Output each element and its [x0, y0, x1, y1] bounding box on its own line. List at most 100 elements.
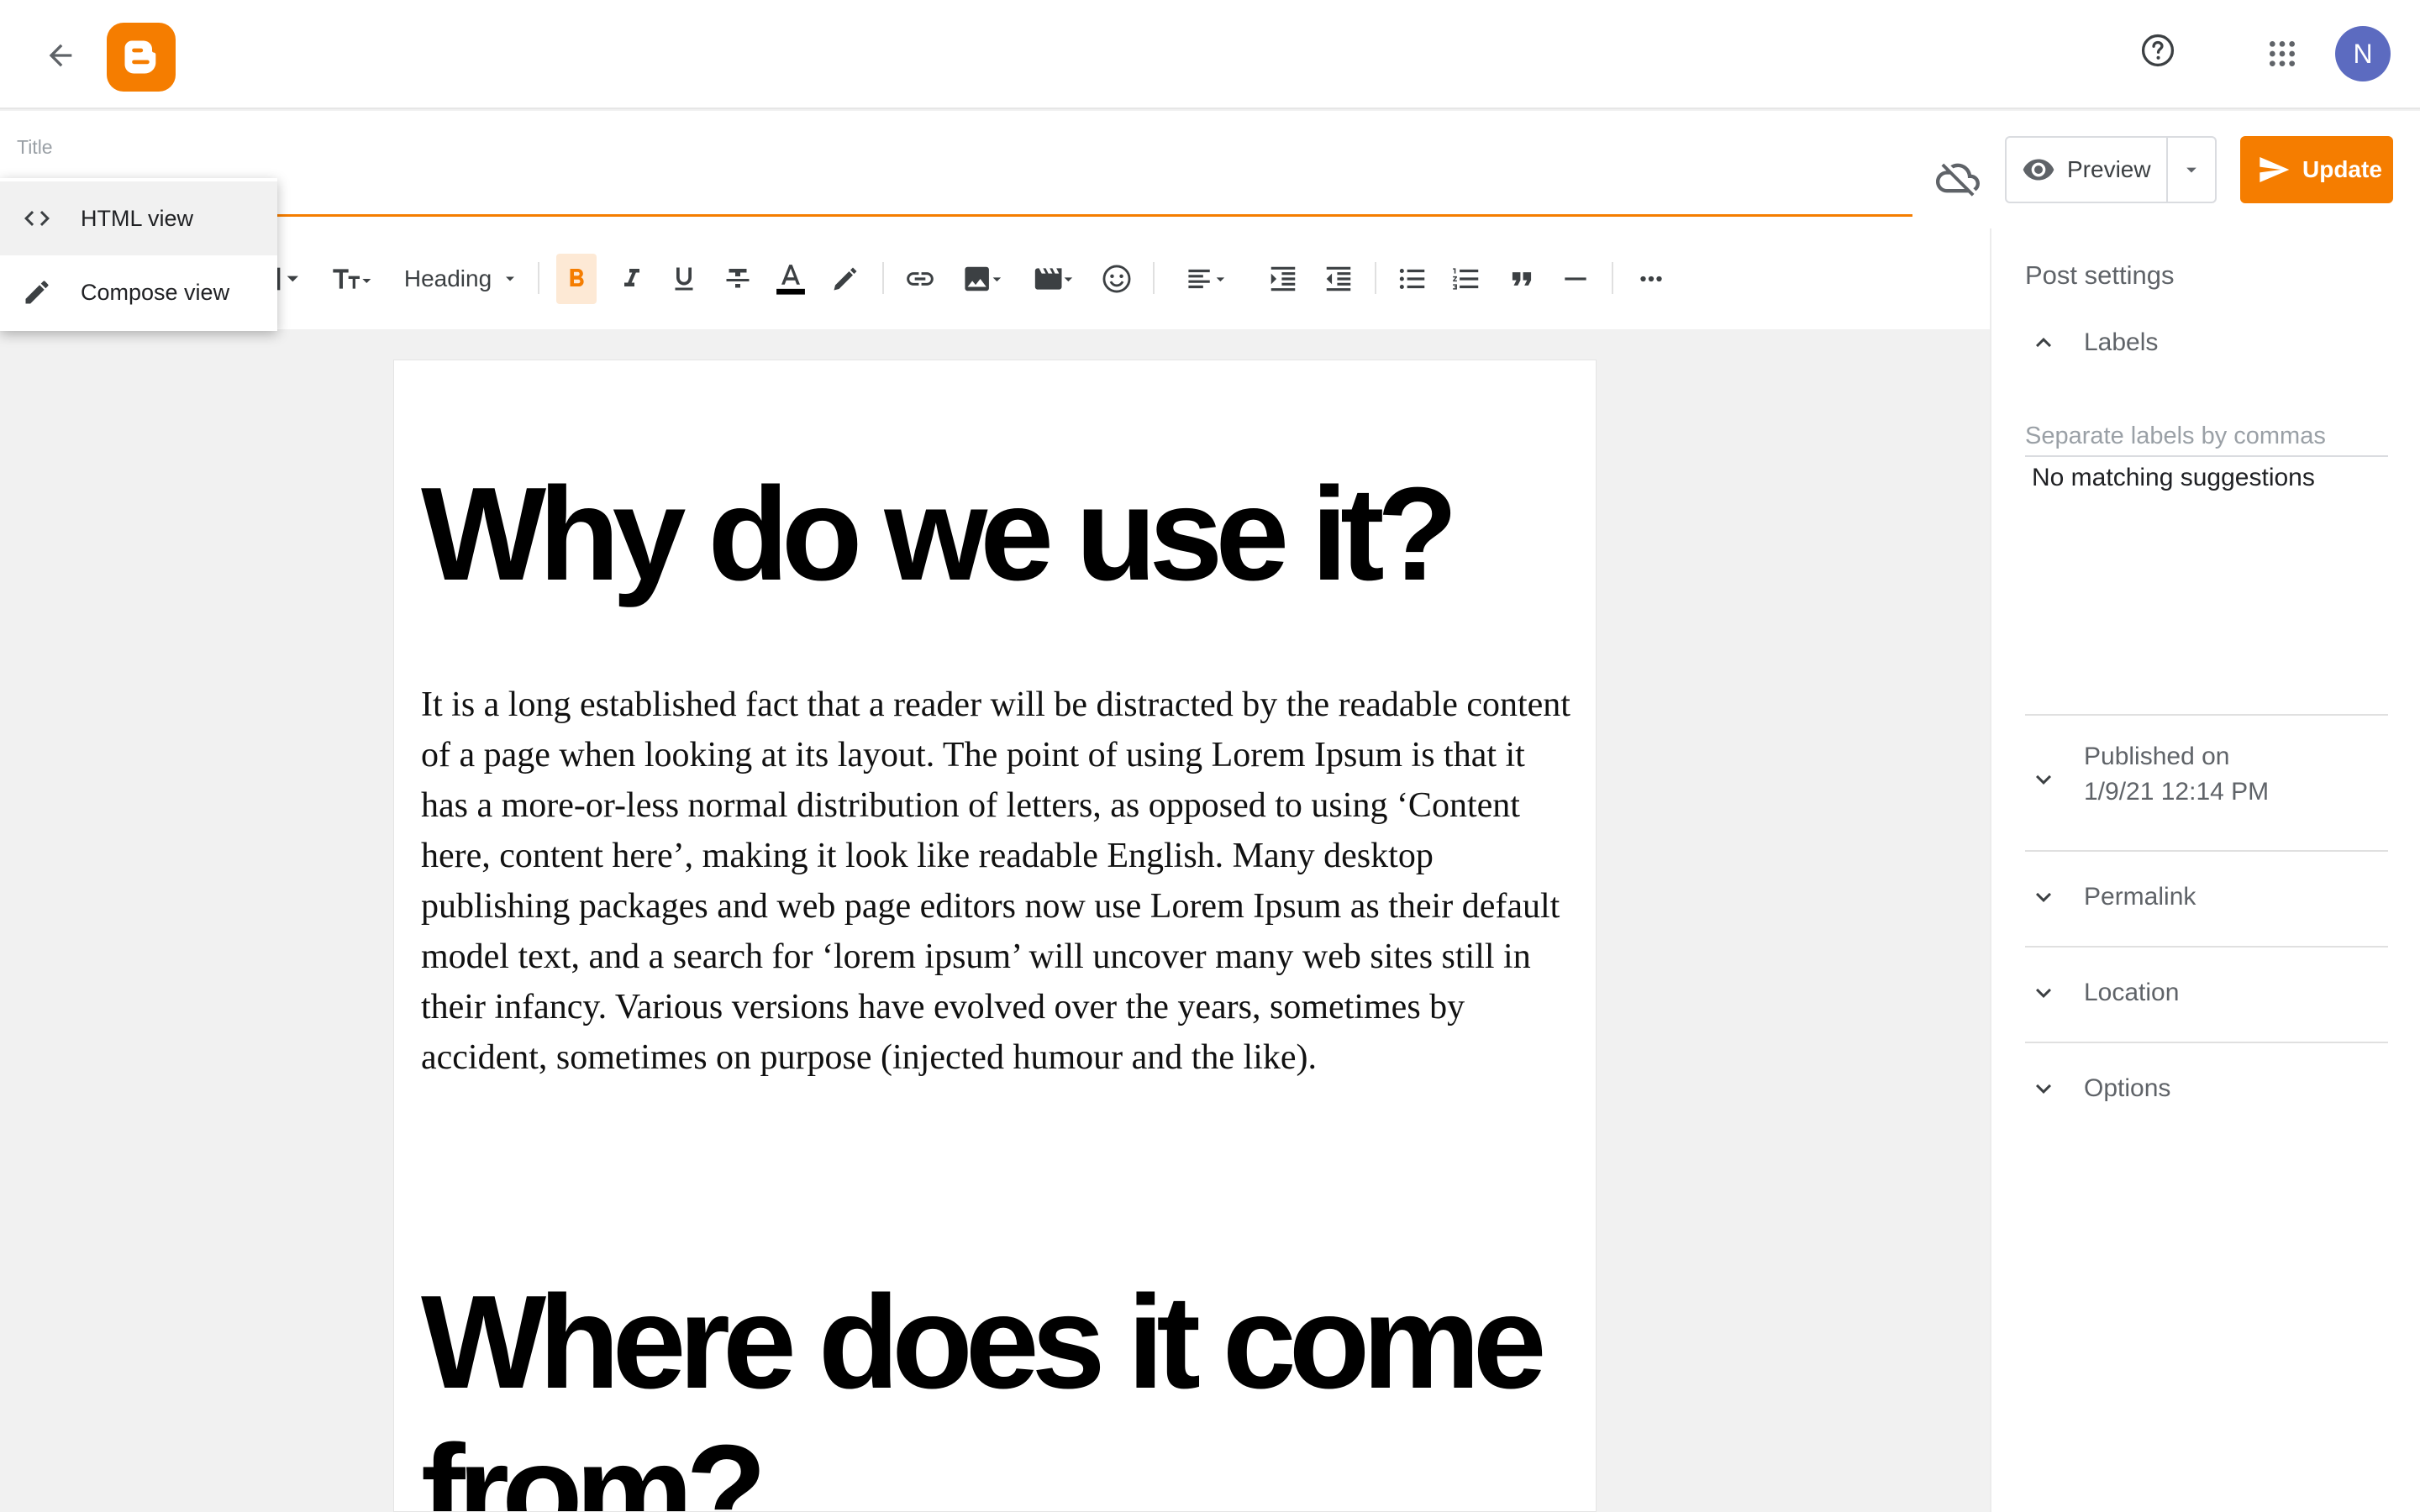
- menu-item-compose-view[interactable]: Compose view: [0, 255, 277, 329]
- link-icon: [907, 272, 934, 286]
- no-suggestions-text: No matching suggestions: [2032, 464, 2315, 491]
- italic-button[interactable]: [612, 254, 652, 304]
- strikethrough-button[interactable]: [718, 254, 758, 304]
- divider: [2025, 1042, 2388, 1043]
- post-editor-canvas[interactable]: Why do we use it? It is a long establish…: [393, 360, 1597, 1512]
- post-settings-panel: Post settings Labels No matching suggest…: [1990, 228, 2420, 1512]
- bold-button[interactable]: [556, 254, 597, 304]
- preview-group: Preview: [2005, 136, 2217, 203]
- location-label: Location: [2084, 979, 2180, 1006]
- post-settings-title: Post settings: [2025, 260, 2175, 290]
- caret-down-icon: [506, 276, 515, 281]
- insert-video-button[interactable]: [1027, 254, 1081, 304]
- app-bar: N: [0, 0, 2420, 109]
- divider: [2025, 714, 2388, 716]
- apps-grid-icon: [2270, 41, 2295, 66]
- more-horizontal-icon: [1640, 276, 1662, 282]
- horizontal-rule-button[interactable]: [1555, 254, 1597, 304]
- help-icon: [2141, 34, 2175, 67]
- cloud-off-icon: [1933, 153, 1983, 203]
- apps-button[interactable]: [2259, 30, 2306, 77]
- menu-item-html-view[interactable]: HTML view: [0, 181, 277, 255]
- numbered-list-button[interactable]: [1445, 254, 1487, 304]
- heading-style-label: Heading: [403, 265, 492, 291]
- update-button[interactable]: Update: [2240, 136, 2393, 203]
- caret-down-icon: [2186, 167, 2196, 173]
- align-dropdown-button[interactable]: [1176, 254, 1235, 304]
- indent-decrease-icon: [1326, 266, 1351, 291]
- highlighter-icon: [834, 267, 857, 291]
- emoji-icon: [1102, 265, 1131, 293]
- video-icon: [1034, 268, 1073, 290]
- published-section-header[interactable]: Published on 1/9/21 12:14 PM: [2025, 743, 2269, 806]
- preview-label: Preview: [2067, 156, 2151, 182]
- horizontal-rule-icon: [1565, 277, 1586, 281]
- text-size-icon: [333, 269, 371, 289]
- options-section-header[interactable]: Options: [2025, 1070, 2170, 1107]
- formatting-toolbar: Heading: [0, 228, 1990, 329]
- chevron-down-icon: [2025, 879, 2062, 916]
- quote-button[interactable]: [1501, 254, 1543, 304]
- insert-emoji-button[interactable]: [1096, 254, 1138, 304]
- avatar[interactable]: N: [2335, 26, 2391, 81]
- title-row: Title Preview Update: [0, 111, 2420, 228]
- labels-section-label: Labels: [2084, 328, 2159, 356]
- chevron-down-icon: [2025, 974, 2062, 1011]
- post-heading: Why do we use it?: [421, 460, 1458, 608]
- toolbar-separator: [538, 262, 539, 294]
- permalink-section-header[interactable]: Permalink: [2025, 879, 2196, 916]
- post-heading-2: Where does it come: [421, 1268, 1547, 1416]
- paragraph-style-dropdown[interactable]: Heading: [398, 254, 524, 304]
- font-size-button[interactable]: [326, 254, 376, 304]
- image-icon: [965, 266, 1002, 291]
- indent-increase-icon: [1270, 266, 1296, 291]
- more-options-button[interactable]: [1630, 254, 1672, 304]
- toolbar-separator: [1612, 262, 1613, 294]
- divider: [2025, 850, 2388, 852]
- pencil-icon: [20, 276, 54, 309]
- text-color-icon: [776, 265, 805, 295]
- labels-section-header[interactable]: Labels: [2025, 324, 2158, 361]
- editor-mode-menu: HTML view Compose view: [0, 178, 277, 331]
- post-paragraph: It is a long established fact that a rea…: [421, 685, 1570, 1077]
- insert-link-button[interactable]: [899, 254, 941, 304]
- title-label: Title: [17, 136, 53, 158]
- menu-item-label: Compose view: [81, 279, 230, 305]
- bulleted-list-icon: [1399, 268, 1425, 290]
- options-label: Options: [2084, 1074, 2171, 1102]
- highlight-button[interactable]: [825, 254, 865, 304]
- strikethrough-icon: [726, 269, 750, 288]
- quote-icon: [1512, 272, 1532, 286]
- toolbar-separator: [1375, 262, 1376, 294]
- preview-button[interactable]: Preview: [2007, 138, 2166, 202]
- eye-icon: [2023, 159, 2054, 181]
- text-color-button[interactable]: [770, 254, 812, 304]
- help-button[interactable]: [2134, 27, 2181, 74]
- back-button[interactable]: [37, 32, 84, 79]
- blogger-logo[interactable]: [107, 23, 176, 92]
- outdent-button[interactable]: [1318, 254, 1360, 304]
- indent-button[interactable]: [1262, 254, 1304, 304]
- bulleted-list-button[interactable]: [1392, 254, 1434, 304]
- permalink-label: Permalink: [2084, 883, 2196, 911]
- align-left-icon: [1188, 269, 1225, 289]
- divider: [2025, 946, 2388, 948]
- location-section-header[interactable]: Location: [2025, 974, 2179, 1011]
- published-date: 1/9/21 12:14 PM: [2084, 778, 2270, 806]
- send-icon: [2260, 157, 2290, 182]
- blogger-b-icon: [124, 40, 156, 74]
- toolbar-separator: [882, 262, 884, 294]
- chevron-down-icon: [2025, 761, 2062, 798]
- preview-dropdown-button[interactable]: [2166, 138, 2215, 202]
- code-icon: [20, 202, 54, 235]
- toolbar-separator: [1153, 262, 1155, 294]
- insert-image-button[interactable]: [956, 254, 1008, 304]
- underline-icon: [675, 267, 693, 291]
- update-label: Update: [2302, 156, 2382, 182]
- bold-icon: [570, 269, 584, 286]
- labels-input[interactable]: [2025, 417, 2388, 457]
- underline-button[interactable]: [664, 254, 704, 304]
- post-heading-2-continued: from?: [421, 1418, 767, 1512]
- title-input[interactable]: [17, 168, 1912, 217]
- chevron-down-icon: [2025, 1070, 2062, 1107]
